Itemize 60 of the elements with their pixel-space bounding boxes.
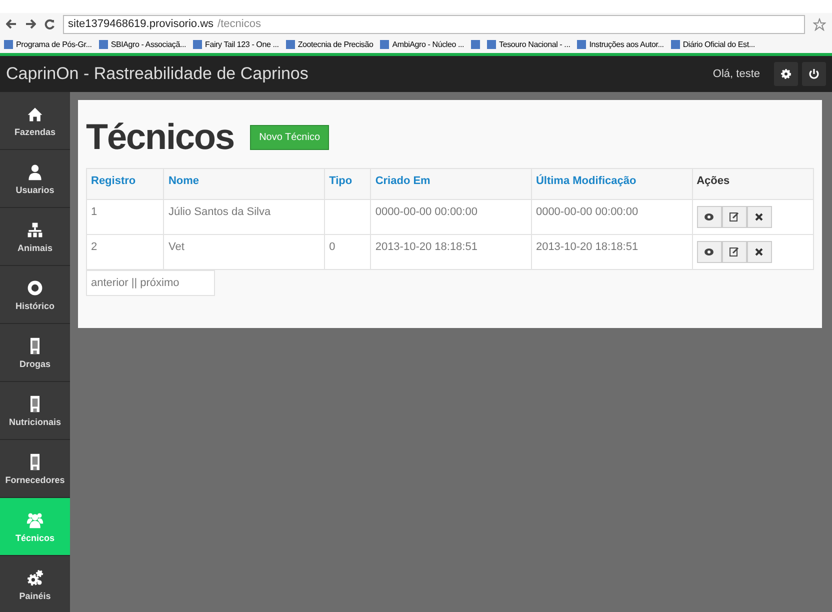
edit-button[interactable] (722, 241, 747, 263)
bookmark[interactable]: Zootecnia de Precisão (286, 40, 374, 48)
table-cell: 2013-10-20 18:18:51 (531, 234, 692, 270)
eye-icon (704, 213, 714, 221)
bookmark[interactable]: Diário Oficial do Est... (670, 40, 755, 48)
sidebar-item[interactable]: Drogas (0, 324, 70, 382)
user-icon (26, 162, 44, 180)
edit-icon (729, 247, 740, 257)
cogs-icon (26, 568, 44, 586)
bookmark[interactable]: AmbiAgro - Núcleo ... (380, 40, 464, 48)
edit-icon (729, 212, 740, 222)
close-icon (755, 213, 764, 221)
sidebar-item[interactable]: Usuarios (0, 150, 70, 208)
table-cell: 0000-00-00 00:00:00 (531, 200, 692, 234)
table-cell: 2013-10-20 18:18:51 (370, 234, 532, 270)
bookmark[interactable]: Tesouro Nacional - ... (487, 40, 570, 48)
gear-icon (780, 68, 792, 80)
sidebar-item[interactable]: Animais (0, 208, 70, 266)
close-icon (755, 248, 764, 256)
column-header[interactable]: Criado Em (370, 168, 532, 200)
column-header[interactable]: Nome (164, 168, 325, 200)
pagination-links[interactable]: anterior || próximo (86, 270, 215, 296)
star-icon[interactable] (813, 18, 826, 30)
sidebar-item[interactable]: Nutricionais (0, 382, 70, 440)
power-button[interactable] (802, 62, 826, 86)
bookmark[interactable]: Programa de Pós-Gr... (4, 40, 92, 48)
reload-icon[interactable] (44, 18, 55, 30)
page-title: Técnicos (86, 116, 234, 158)
sidebar-item[interactable]: Histórico (0, 266, 70, 324)
table-cell: 0000-00-00 00:00:00 (370, 200, 532, 234)
delete-button[interactable] (746, 241, 772, 263)
bookmark[interactable]: Instruções aos Autor... (577, 40, 664, 48)
back-icon[interactable] (6, 19, 17, 29)
eye-icon (26, 278, 44, 296)
view-button[interactable] (696, 241, 722, 263)
address-field[interactable]: site1379468619.provisorio.ws /tecnicos (63, 14, 805, 34)
greeting: Olá, teste (712, 68, 760, 80)
bookmark[interactable]: Fairy Tail 123 - One ... (193, 40, 279, 48)
app-title: CaprinOn - Rastreabilidade de Caprinos (6, 64, 310, 84)
column-header[interactable]: Última Modificação (531, 168, 692, 200)
column-header[interactable]: Registro (86, 168, 164, 200)
forward-icon[interactable] (25, 19, 36, 29)
eye-icon (704, 248, 714, 256)
column-header: Ações (692, 168, 814, 200)
sitemap-icon (26, 220, 44, 238)
bookmark-icon[interactable] (471, 40, 480, 48)
edit-button[interactable] (722, 206, 747, 228)
settings-button[interactable] (774, 62, 798, 86)
table-cell: 0 (324, 234, 371, 270)
view-button[interactable] (696, 206, 722, 228)
table-cell: 1 (86, 200, 164, 234)
delete-button[interactable] (746, 206, 772, 228)
group-icon (26, 510, 44, 528)
sidebar-item[interactable]: Painéis (0, 556, 70, 612)
sidebar-item[interactable]: Fazendas (0, 92, 70, 150)
table-cell (324, 200, 371, 234)
table-cell: Júlio Santos da Silva (164, 200, 325, 234)
bookmark[interactable]: SBIAgro - Associaçã... (98, 40, 186, 48)
column-header[interactable]: Tipo (324, 168, 371, 200)
power-icon (808, 68, 820, 80)
